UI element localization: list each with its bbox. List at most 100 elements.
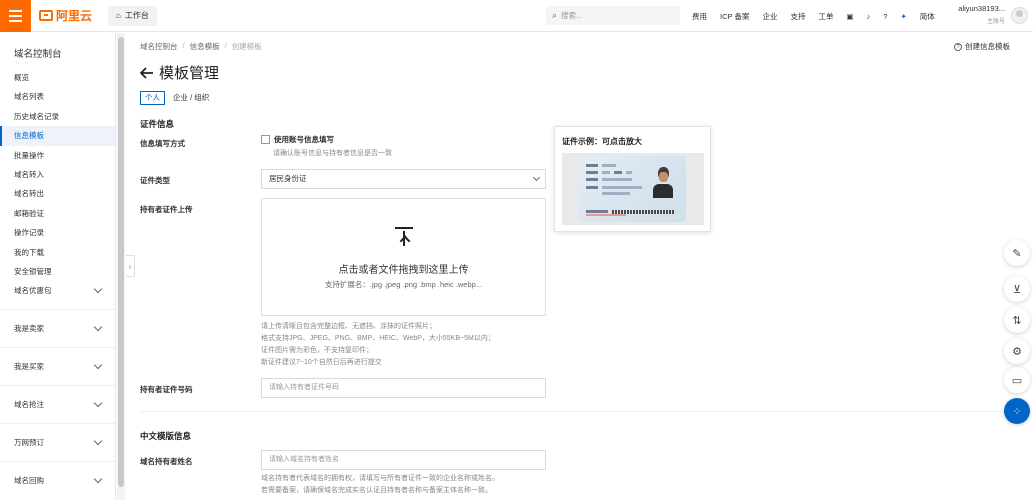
id-card-example-image[interactable] xyxy=(562,153,704,225)
search-input[interactable]: ⌕ 搜索... xyxy=(546,6,680,25)
upload-dropzone[interactable]: 点击或者文件拖拽到这里上传 支持扩展名：.jpg .jpeg .png .bmp… xyxy=(261,198,546,316)
sidebar-item-email-verify[interactable]: 邮箱验证 xyxy=(0,204,115,223)
message-icon[interactable]: ▭ xyxy=(1004,367,1030,393)
checkbox[interactable] xyxy=(261,135,270,144)
chevron-left-icon: ‹ xyxy=(128,261,132,271)
cart-icon[interactable]: ⊻ xyxy=(1004,276,1030,302)
sidebar-group-buyback[interactable]: 域名回购 xyxy=(0,471,115,490)
user-role: 主账号 xyxy=(986,19,1005,25)
sidebar-item-overview[interactable]: 概览 xyxy=(0,68,115,87)
cert-no-input[interactable]: 请输入持有者证件号码 xyxy=(261,378,546,398)
sidebar-group-reserve[interactable]: 万网预订 xyxy=(0,433,115,452)
sidebar-item-transfer-in[interactable]: 域名转入 xyxy=(0,165,115,184)
sidebar-group-discount[interactable]: 域名优惠包 xyxy=(0,281,115,300)
bell-icon[interactable]: ♪ xyxy=(867,12,871,21)
nav-ticket[interactable]: 工单 xyxy=(818,11,833,22)
menu-button[interactable] xyxy=(0,0,31,32)
sidebar-collapse-handle[interactable]: ‹ xyxy=(126,255,135,277)
holder-hints: 域名持有者代表域名的拥有权，请填写与所有者证件一致的企业名称或姓名。 若需要备案… xyxy=(261,473,499,497)
sidebar-group-label: 我是卖家 xyxy=(14,324,44,334)
holder-hint-line: 域名持有者代表域名的拥有权，请填写与所有者证件一致的企业名称或姓名。 xyxy=(261,475,499,482)
use-account-label: 使用账号信息填写 xyxy=(274,135,334,144)
create-template-help-link[interactable]: ? 创建信息模板 xyxy=(954,41,1010,52)
nav-enterprise[interactable]: 企业 xyxy=(762,11,777,22)
chevron-down-icon xyxy=(532,173,541,182)
tab-personal[interactable]: 个人 xyxy=(140,91,165,105)
compass-icon[interactable]: ✦ xyxy=(900,12,906,21)
breadcrumb: 域名控制台 / 信息模板 / 创建模板 xyxy=(140,41,262,52)
chevron-down-icon xyxy=(93,399,103,408)
back-arrow-icon[interactable] xyxy=(140,66,154,79)
avatar[interactable] xyxy=(1011,7,1028,24)
sidebar-group-buyer[interactable]: 我是买家 xyxy=(0,357,115,376)
screen-icon[interactable]: ▣ xyxy=(846,12,853,21)
holder-name-input[interactable]: 请输入域名持有者姓名 xyxy=(261,450,546,470)
user-name: aliyun38193... xyxy=(958,4,1005,13)
popover-title: 证件示例：可点击放大 xyxy=(562,137,642,146)
id-photo xyxy=(650,164,676,198)
workbench-label: 工作台 xyxy=(124,11,149,20)
upload-hint-line: 请上传清晰且包含完整边框、无遮挡、涂抹的证件照片； xyxy=(261,323,436,330)
id-card xyxy=(578,156,686,222)
divider xyxy=(0,385,115,387)
divider xyxy=(140,411,1020,412)
breadcrumb-template[interactable]: 信息模板 xyxy=(190,41,220,52)
upload-label: 持有者证件上传 xyxy=(140,205,193,214)
transfer-icon[interactable]: ⇅ xyxy=(1004,307,1030,333)
sidebar-item-info-template[interactable]: 信息模板 xyxy=(0,126,115,146)
cert-type-label: 证件类型 xyxy=(140,176,170,185)
logo[interactable]: 阿里云 xyxy=(39,7,92,24)
apps-icon[interactable]: ⁘ xyxy=(1004,398,1030,424)
sidebar-item-operation-log[interactable]: 操作记录 xyxy=(0,223,115,242)
lang-switch[interactable]: 简体 xyxy=(920,11,935,22)
sidebar-group-seller[interactable]: 我是卖家 xyxy=(0,319,115,338)
upload-main-text: 点击或者文件拖拽到这里上传 xyxy=(338,265,469,276)
chevron-down-icon xyxy=(93,323,103,332)
upload-hints: 请上传清晰且包含完整边框、无遮挡、涂抹的证件照片； 格式支持JPG、JPEG、P… xyxy=(261,321,495,369)
upload-hint-line: 新证件建议7~10个自然日后再进行提交 xyxy=(261,359,382,366)
chevron-down-icon xyxy=(93,361,103,370)
page-title-text: 模板管理 xyxy=(159,65,220,82)
cert-section-heading: 证件信息 xyxy=(140,119,175,129)
nav-icp[interactable]: ICP 备案 xyxy=(720,11,749,22)
help-icon[interactable]: ? xyxy=(883,12,887,21)
breadcrumb-separator: / xyxy=(182,41,185,50)
fill-method-label: 信息填写方式 xyxy=(140,139,185,148)
settings-icon[interactable]: ⚙ xyxy=(1004,338,1030,364)
cert-type-select[interactable]: 居民身份证 xyxy=(261,169,546,189)
sidebar-item-downloads[interactable]: 我的下载 xyxy=(0,243,115,262)
sidebar-item-batch[interactable]: 批量操作 xyxy=(0,146,115,165)
sidebar-group-label: 域名回购 xyxy=(14,476,44,486)
cert-no-label: 持有者证件号码 xyxy=(140,385,193,394)
sidebar-group-snap[interactable]: 域名抢注 xyxy=(0,395,115,414)
nav-fee[interactable]: 费用 xyxy=(692,11,707,22)
tab-enterprise[interactable]: 企业 / 组织 xyxy=(168,91,214,105)
breadcrumb-console[interactable]: 域名控制台 xyxy=(140,41,178,52)
nav-support[interactable]: 支持 xyxy=(790,11,805,22)
workbench-button[interactable]: ⌂ 工作台 xyxy=(108,5,157,26)
upload-hint-line: 证件图片需为彩色，不支持复印件； xyxy=(261,347,373,354)
help-link-label: 创建信息模板 xyxy=(965,42,1010,51)
home-icon: ⌂ xyxy=(116,11,121,20)
use-account-hint: 请确认账号信息与持有者信息是否一致 xyxy=(273,150,392,157)
page-title: 模板管理 xyxy=(140,62,219,83)
user-info[interactable]: aliyun38193... 主账号 xyxy=(955,4,1005,25)
search-icon: ⌕ xyxy=(552,10,558,20)
breadcrumb-current: 创建模板 xyxy=(231,42,262,51)
scrollbar-thumb[interactable] xyxy=(118,37,124,487)
cert-type-value: 居民身份证 xyxy=(269,174,307,183)
cert-example-popover: 证件示例：可点击放大 xyxy=(554,126,711,232)
breadcrumb-separator: / xyxy=(224,41,227,50)
sidebar-item-domain-list[interactable]: 域名列表 xyxy=(0,87,115,106)
divider xyxy=(0,347,115,349)
sidebar: 域名控制台 概览 域名列表 历史域名记录 信息模板 批量操作 域名转入 域名转出… xyxy=(0,33,116,500)
sidebar-item-history[interactable]: 历史域名记录 xyxy=(0,107,115,126)
edit-icon[interactable]: ✎ xyxy=(1004,240,1030,266)
holder-hint-line: 若需要备案，请确保域名完成实名认证且持有者名称与备案主体名称一致。 xyxy=(261,487,492,494)
sidebar-item-transfer-out[interactable]: 域名转出 xyxy=(0,184,115,203)
sidebar-item-security-lock[interactable]: 安全锁管理 xyxy=(0,262,115,281)
chevron-down-icon xyxy=(93,285,103,294)
upload-icon xyxy=(395,227,413,247)
use-account-checkbox[interactable]: 使用账号信息填写 xyxy=(261,134,334,145)
sidebar-scrollbar[interactable] xyxy=(117,33,125,500)
